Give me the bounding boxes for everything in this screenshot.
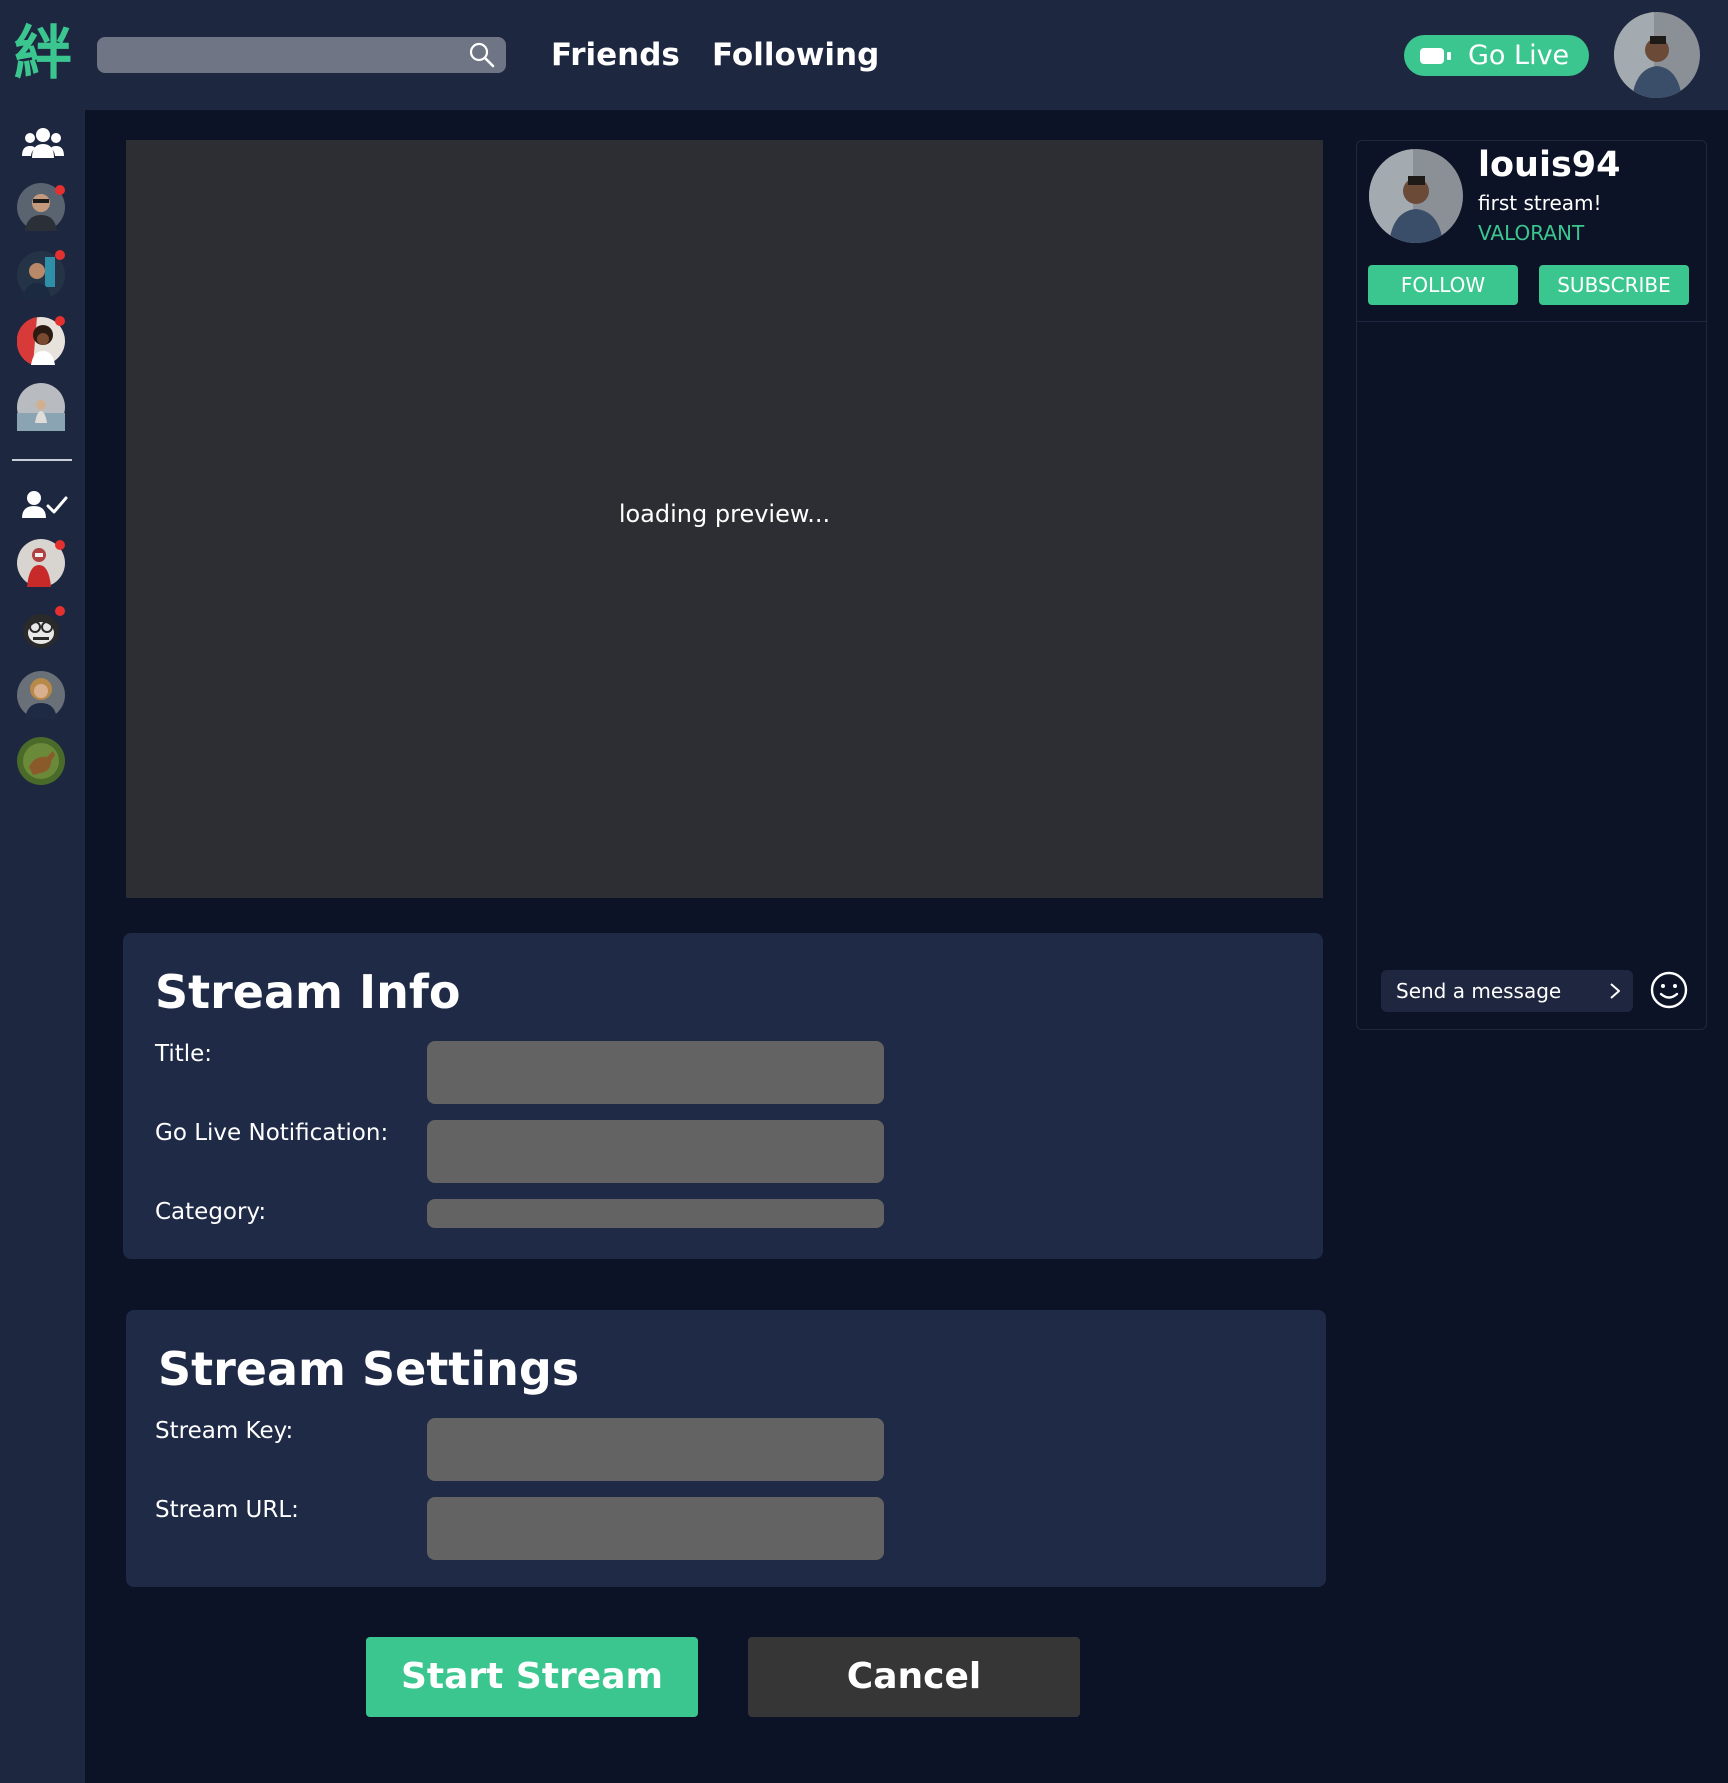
notification-input[interactable] [427, 1120, 884, 1183]
channel-avatar[interactable] [1369, 149, 1463, 243]
stream-key-label: Stream Key: [155, 1418, 294, 1444]
following-avatar-4[interactable] [17, 737, 65, 785]
live-dot [55, 606, 65, 616]
stream-preview: loading preview... [126, 140, 1323, 898]
go-live-button[interactable]: Go Live [1404, 35, 1589, 76]
stream-key-input[interactable] [427, 1418, 884, 1481]
channel-header: louis94 first stream! VALORANT FOLLOW SU… [1357, 141, 1706, 322]
live-dot [55, 540, 65, 550]
stream-url-input[interactable] [427, 1497, 884, 1560]
chevron-right-icon[interactable] [1607, 982, 1623, 1000]
preview-status: loading preview... [618, 500, 831, 528]
notification-label: Go Live Notification: [155, 1120, 389, 1146]
user-check-icon[interactable] [22, 490, 68, 520]
emoji-icon[interactable] [1650, 971, 1688, 1009]
stream-settings-title: Stream Settings [158, 1342, 580, 1396]
message-placeholder: Send a message [1396, 979, 1562, 1003]
game-category[interactable]: VALORANT [1478, 221, 1584, 245]
friend-avatar-4[interactable] [17, 383, 65, 431]
start-stream-button[interactable]: Start Stream [366, 1637, 698, 1717]
nav-friends[interactable]: Friends [551, 34, 680, 76]
search-input[interactable] [97, 37, 506, 73]
sidebar [0, 110, 85, 1783]
category-label: Category: [155, 1199, 267, 1225]
search-icon[interactable] [468, 41, 496, 69]
stream-info-title: Stream Info [155, 965, 461, 1019]
app-logo[interactable]: 絆 [14, 18, 76, 88]
following-avatar-3[interactable] [17, 671, 65, 719]
stream-info-panel: Stream Info Title: Go Live Notification:… [123, 933, 1323, 1259]
live-dot [55, 185, 65, 195]
top-bar: 絆 Friends Following Go Live [0, 0, 1728, 110]
stream-url-label: Stream URL: [155, 1497, 299, 1523]
category-select[interactable] [427, 1199, 884, 1228]
users-icon[interactable] [22, 126, 64, 160]
user-avatar[interactable] [1614, 12, 1700, 98]
nav-following[interactable]: Following [712, 34, 879, 76]
subscribe-button[interactable]: SUBSCRIBE [1539, 265, 1689, 305]
go-live-label: Go Live [1468, 40, 1570, 71]
cancel-button[interactable]: Cancel [748, 1637, 1080, 1717]
chat-panel: louis94 first stream! VALORANT FOLLOW SU… [1356, 140, 1707, 1030]
sidebar-divider [12, 459, 72, 461]
stream-title: first stream! [1478, 191, 1602, 215]
live-dot [55, 316, 65, 326]
stream-settings-panel: Stream Settings Stream Key: Stream URL: [126, 1310, 1326, 1587]
video-camera-icon [1420, 48, 1451, 64]
title-label: Title: [155, 1041, 213, 1067]
channel-username: louis94 [1478, 145, 1621, 185]
follow-button[interactable]: FOLLOW [1368, 265, 1518, 305]
chat-message-input[interactable]: Send a message [1381, 970, 1633, 1012]
title-input[interactable] [427, 1041, 884, 1104]
live-dot [55, 250, 65, 260]
